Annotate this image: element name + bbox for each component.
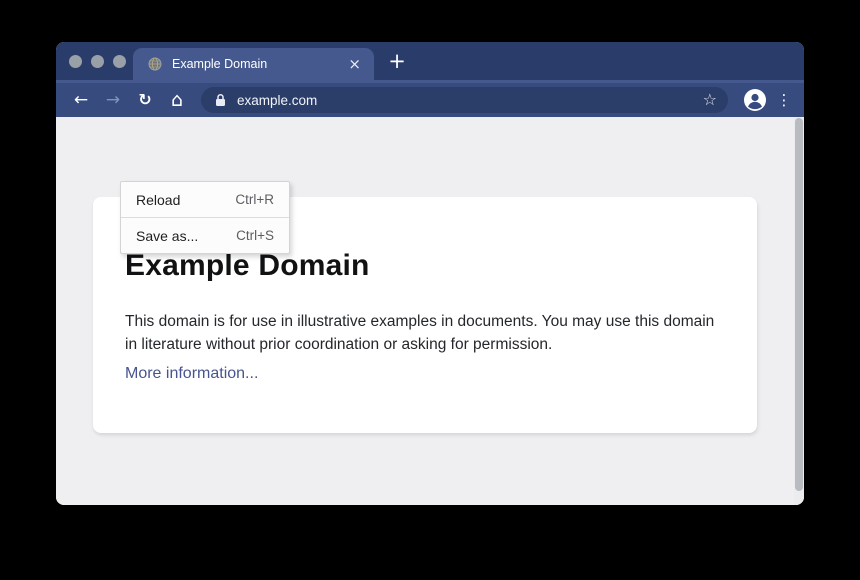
page-paragraph: This domain is for use in illustrative e… bbox=[125, 310, 717, 356]
browser-window: Example Domain × + ← → ↻ ⌂ example.com ☆ bbox=[56, 42, 804, 505]
globe-favicon-icon bbox=[148, 57, 162, 71]
url-text[interactable]: example.com bbox=[237, 93, 317, 108]
browser-toolbar: ← → ↻ ⌂ example.com ☆ ⋮ bbox=[56, 80, 804, 117]
scrollbar-track[interactable] bbox=[794, 117, 804, 505]
menu-item-save-as[interactable]: Save as... Ctrl+S bbox=[121, 217, 289, 253]
profile-avatar-icon[interactable] bbox=[743, 88, 767, 112]
lock-icon bbox=[215, 93, 226, 107]
page-viewport: Example Domain This domain is for use in… bbox=[56, 117, 804, 505]
menu-item-label: Reload bbox=[136, 192, 180, 208]
home-icon[interactable]: ⌂ bbox=[161, 91, 193, 110]
tab-example-domain[interactable]: Example Domain × bbox=[133, 48, 374, 80]
more-information-link[interactable]: More information... bbox=[125, 365, 258, 383]
tab-close-icon[interactable]: × bbox=[348, 57, 361, 72]
window-controls bbox=[69, 55, 126, 68]
overflow-menu-icon[interactable]: ⋮ bbox=[773, 93, 795, 108]
bookmark-star-icon[interactable]: ☆ bbox=[703, 92, 717, 108]
context-menu: Reload Ctrl+R Save as... Ctrl+S bbox=[120, 181, 290, 254]
reload-icon[interactable]: ↻ bbox=[129, 92, 161, 108]
new-tab-button[interactable]: + bbox=[382, 47, 412, 77]
menu-item-reload[interactable]: Reload Ctrl+R bbox=[121, 182, 289, 217]
forward-icon[interactable]: → bbox=[97, 92, 129, 109]
menu-item-label: Save as... bbox=[136, 228, 198, 244]
tab-title: Example Domain bbox=[172, 57, 348, 71]
menu-item-shortcut: Ctrl+R bbox=[235, 192, 274, 207]
window-close-button[interactable] bbox=[69, 55, 82, 68]
tab-strip: Example Domain × + bbox=[56, 42, 804, 80]
window-zoom-button[interactable] bbox=[113, 55, 126, 68]
window-minimize-button[interactable] bbox=[91, 55, 104, 68]
menu-item-shortcut: Ctrl+S bbox=[236, 228, 274, 243]
address-bar[interactable]: example.com ☆ bbox=[201, 87, 728, 113]
back-icon[interactable]: ← bbox=[65, 92, 97, 109]
scrollbar-thumb[interactable] bbox=[795, 118, 803, 491]
page-heading: Example Domain bbox=[125, 249, 370, 283]
screenshot-root: { "window": { "tab_strip": { "tab_title"… bbox=[0, 0, 860, 580]
